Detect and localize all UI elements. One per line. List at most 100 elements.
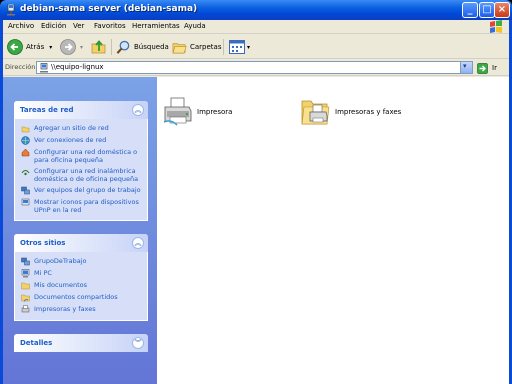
task-pane: Tareas de red ︽ Agregar un sitio de red … [3,77,157,384]
up-folder-icon [91,40,106,54]
address-label: Dirección [5,63,36,71]
network-computer-icon [7,4,15,16]
views-dropdown-icon[interactable]: ▾ [247,44,250,51]
folders-label: Carpetas [190,43,222,51]
network-computer-icon [40,63,48,73]
place-workgroup[interactable]: GrupoDeTrabajo [21,257,141,266]
address-bar: Dirección \\equipo-lignux ▾ Ir [3,60,509,76]
network-tasks-panel: Tareas de red ︽ Agregar un sitio de red … [14,101,148,221]
add-network-place-icon [21,126,30,133]
search-button[interactable]: Búsqueda [116,38,169,56]
task-label: Ver conexiones de red [34,136,107,144]
details-header[interactable]: Detalles ︾ [14,334,148,352]
printer-icon [163,97,192,126]
task-view-workgroup[interactable]: Ver equipos del grupo de trabajo [21,186,141,195]
toolbar: Atrás ▾ ▾ Búsqueda Carpetas ▾ [3,35,509,59]
wireless-network-icon [21,170,30,176]
toolbar-separator [111,39,112,55]
up-folder-button[interactable] [91,38,107,56]
menu-edicion[interactable]: Edición [41,22,66,30]
workgroup-computers-icon [21,186,30,195]
toolbar-separator [223,39,224,55]
place-my-documents[interactable]: Mis documentos [21,281,141,290]
other-places-title: Otros sitios [20,239,66,247]
menu-archivo[interactable]: Archivo [8,22,34,30]
forward-dropdown-icon[interactable]: ▾ [80,44,83,51]
task-setup-wireless[interactable]: Configurar una red inalámbrica doméstica… [21,167,141,183]
place-shared-documents[interactable]: Documentos compartidos [21,293,141,302]
back-label: Atrás [26,43,45,51]
forward-arrow-icon [60,39,76,55]
task-label: Ver equipos del grupo de trabajo [34,186,141,194]
network-connections-icon [21,136,30,145]
address-dropdown-button[interactable]: ▾ [460,62,472,73]
back-arrow-icon [7,39,23,55]
network-tasks-body: Agregar un sitio de red Ver conexiones d… [14,119,148,221]
home-network-icon [21,148,30,157]
folders-icon [172,42,187,53]
details-panel: Detalles ︾ [14,334,148,352]
item-label: Impresoras y faxes [335,108,402,116]
task-label: Configurar una red inalámbrica doméstica… [34,167,139,183]
printers-folder-icon [301,100,330,125]
task-label: Configurar una red doméstica o para ofic… [34,148,138,164]
close-button[interactable]: × [494,2,510,18]
go-button[interactable]: Ir [477,62,507,74]
my-computer-icon [21,269,30,278]
item-label: Impresora [197,108,233,116]
file-view: Impresora Impresoras y faxes [157,77,509,384]
chevron-down-icon: ▾ [463,62,467,70]
place-label: Mis documentos [34,281,88,289]
minimize-button[interactable]: _ [462,2,478,18]
go-label: Ir [492,64,497,72]
minimize-icon: _ [467,4,473,15]
task-show-upnp[interactable]: Mostrar iconos para dispositivos UPnP en… [21,198,141,214]
item-printers-faxes[interactable]: Impresoras y faxes [301,97,401,127]
task-view-connections[interactable]: Ver conexiones de red [21,136,141,145]
place-label: Impresoras y faxes [34,305,96,313]
title-bar[interactable]: debian-sama server (debian-sama) _ □ × [0,0,512,20]
task-label: Mostrar iconos para dispositivos UPnP en… [34,198,139,214]
collapse-chevron-icon[interactable]: ︽ [132,237,144,249]
collapse-chevron-icon[interactable]: ︽ [132,104,144,116]
menu-ayuda[interactable]: Ayuda [184,22,206,30]
expand-chevron-icon[interactable]: ︾ [132,337,144,349]
task-label: Agregar un sitio de red [34,124,109,132]
place-label: Mi PC [34,269,52,277]
item-printer[interactable]: Impresora [163,97,232,127]
maximize-button[interactable]: □ [479,2,495,18]
menu-herramientas[interactable]: Herramientas [132,22,180,30]
other-places-body: GrupoDeTrabajo Mi PC Mis documentos Docu… [14,252,148,321]
back-dropdown-icon[interactable]: ▾ [49,44,52,51]
close-icon: × [497,4,507,15]
menu-bar: Archivo Edición Ver Favoritos Herramient… [3,20,509,34]
menu-favoritos[interactable]: Favoritos [94,22,126,30]
workgroup-icon [21,257,30,266]
windows-logo-icon [490,20,502,33]
printers-faxes-icon [21,305,30,313]
details-title: Detalles [20,339,53,347]
menu-ver[interactable]: Ver [73,22,84,30]
views-button[interactable]: ▾ [229,38,250,56]
place-label: GrupoDeTrabajo [34,257,87,265]
search-label: Búsqueda [134,43,169,51]
folders-button[interactable]: Carpetas [172,38,222,56]
other-places-header[interactable]: Otros sitios ︽ [14,234,148,252]
forward-button[interactable]: ▾ [60,38,83,56]
network-tasks-title: Tareas de red [20,106,74,114]
back-button[interactable]: Atrás ▾ [7,38,52,56]
search-icon [116,40,130,54]
place-printers-faxes[interactable]: Impresoras y faxes [21,305,141,314]
my-documents-icon [21,282,30,290]
other-places-panel: Otros sitios ︽ GrupoDeTrabajo Mi PC Mis … [14,234,148,321]
network-tasks-header[interactable]: Tareas de red ︽ [14,101,148,119]
task-setup-home-network[interactable]: Configurar una red doméstica o para ofic… [21,148,141,164]
views-icon [229,40,245,54]
go-arrow-icon [477,62,488,74]
upnp-devices-icon [21,198,30,206]
task-add-network-place[interactable]: Agregar un sitio de red [21,124,141,133]
window-title: debian-sama server (debian-sama) [20,4,198,14]
place-my-pc[interactable]: Mi PC [21,269,141,278]
maximize-icon: □ [482,4,492,15]
address-field[interactable]: \\equipo-lignux ▾ [36,61,473,74]
